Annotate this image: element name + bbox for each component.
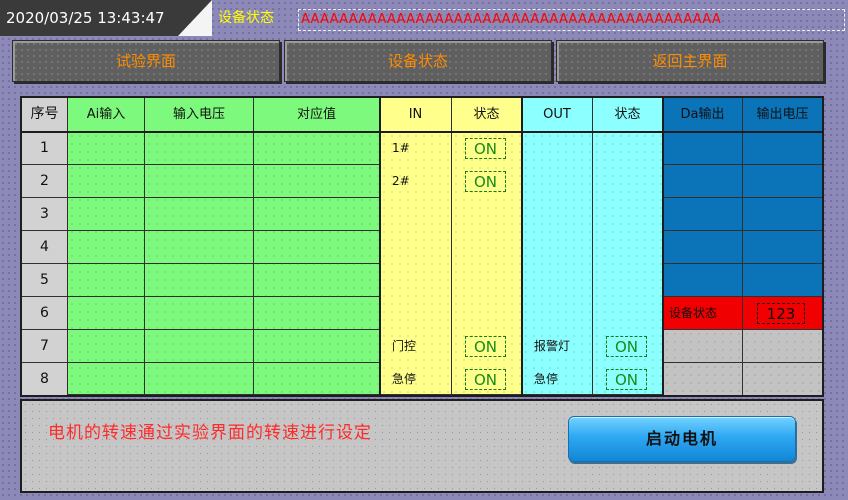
row-number: 6	[22, 297, 68, 330]
out-label-estop: 急停	[534, 372, 559, 386]
header-in-state: 状态	[452, 98, 522, 132]
header-in: IN	[380, 98, 452, 132]
header-ai-input: Ai输入	[68, 98, 145, 132]
row-number: 2	[22, 165, 68, 198]
output-voltage-cell	[743, 264, 822, 297]
out-label-alarm: 报警灯	[534, 339, 571, 353]
header-seq: 序号	[22, 98, 68, 132]
device-status-button[interactable]: 设备状态	[284, 40, 552, 82]
back-to-main-button[interactable]: 返回主界面	[556, 40, 824, 82]
in-state-estop: ON	[465, 369, 506, 390]
row-number: 5	[22, 264, 68, 297]
in-state-1: ON	[465, 138, 506, 159]
empty-cell	[743, 363, 822, 395]
output-voltage-cell	[743, 132, 822, 165]
datetime-display: 2020/03/25 13:43:47	[0, 0, 212, 36]
row-number: 1	[22, 132, 68, 165]
empty-cell	[743, 330, 822, 363]
row-number: 7	[22, 330, 68, 363]
empty-cell	[663, 363, 743, 395]
in-state-cell-estop: ON	[452, 363, 522, 395]
io-status-table: 序号 Ai输入 输入电压 对应值 IN 状态 OUT 状态 Da输出 输出电压 …	[20, 96, 824, 397]
header-output-voltage: 输出电压	[743, 98, 822, 132]
output-voltage-cell	[743, 198, 822, 231]
output-voltage-cell	[743, 231, 822, 264]
output-voltage-cell	[743, 165, 822, 198]
header-out: OUT	[522, 98, 593, 132]
out-state-alarm: ON	[606, 336, 647, 357]
in-label-1: 1#	[392, 141, 410, 155]
status-message-marquee: AAAAAAAAAAAAAAAAAAAAAAAAAAAAAAAAAAAAAAAA…	[298, 9, 845, 31]
row-number: 3	[22, 198, 68, 231]
out-state-cell-estop: ON	[593, 363, 663, 395]
in-state-cell-door: ON	[452, 330, 522, 363]
device-status-value-cell: 123	[743, 297, 822, 330]
header-input-voltage: 输入电压	[145, 98, 254, 132]
header-out-state: 状态	[593, 98, 663, 132]
in-label-door: 门控	[392, 339, 417, 353]
start-motor-button[interactable]: 启动电机	[568, 416, 796, 462]
status-label: 设备状态	[218, 10, 274, 26]
in-label-2: 2#	[392, 174, 410, 188]
in-state-cell-1: ON	[452, 132, 522, 165]
row-number: 8	[22, 363, 68, 395]
in-state-2: ON	[465, 171, 506, 192]
device-status-value: 123	[757, 303, 805, 324]
empty-cell	[663, 330, 743, 363]
out-state-cell-alarm: ON	[593, 330, 663, 363]
in-state-door: ON	[465, 336, 506, 357]
header-da-output: Da输出	[663, 98, 743, 132]
in-state-cell-2: ON	[452, 165, 522, 198]
out-state-estop: ON	[606, 369, 647, 390]
da-output-cell	[663, 132, 743, 165]
row-number: 4	[22, 231, 68, 264]
da-output-cell	[663, 165, 743, 198]
device-status-label: 设备状态	[663, 297, 743, 330]
da-output-cell	[663, 264, 743, 297]
test-screen-button[interactable]: 试验界面	[12, 40, 280, 82]
da-output-cell	[663, 231, 743, 264]
header-mapped-value: 对应值	[254, 98, 380, 132]
in-label-estop: 急停	[392, 372, 417, 386]
motor-speed-hint: 电机的转速通过实验界面的转速进行设定	[48, 423, 372, 443]
da-output-cell	[663, 198, 743, 231]
